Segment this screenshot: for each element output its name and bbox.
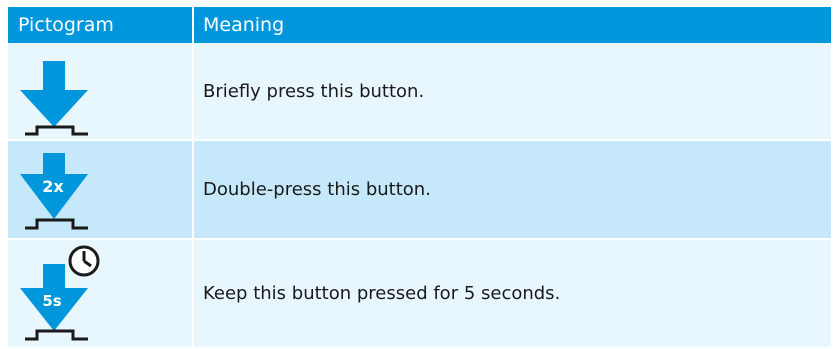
double-press-button-icon: 2x	[20, 153, 88, 230]
pictogram-table: Pictogram Meaning Briefly press this but…	[8, 7, 831, 347]
pictogram-cell	[8, 43, 194, 139]
table-row: 2x Double-press this button.	[8, 141, 831, 240]
clock-icon	[68, 245, 100, 277]
meaning-text: Briefly press this button.	[203, 80, 425, 102]
meaning-text: Double-press this button.	[203, 179, 431, 200]
badge-text: 2x	[42, 177, 64, 196]
table-row: 5s Keep this button pressed for 5 second…	[8, 240, 831, 347]
pictogram-cell: 5s	[8, 240, 194, 347]
header-meaning: Meaning	[203, 14, 285, 36]
header-pictogram: Pictogram	[8, 7, 194, 43]
table-row: Briefly press this button.	[8, 43, 831, 141]
press-button-icon	[20, 61, 88, 136]
badge-text: 5s	[42, 292, 61, 310]
long-press-button-icon: 5s	[20, 245, 100, 341]
table-header: Pictogram Meaning	[8, 7, 831, 43]
pictogram-cell: 2x	[8, 141, 194, 238]
meaning-text: Keep this button pressed for 5 seconds.	[203, 283, 561, 304]
